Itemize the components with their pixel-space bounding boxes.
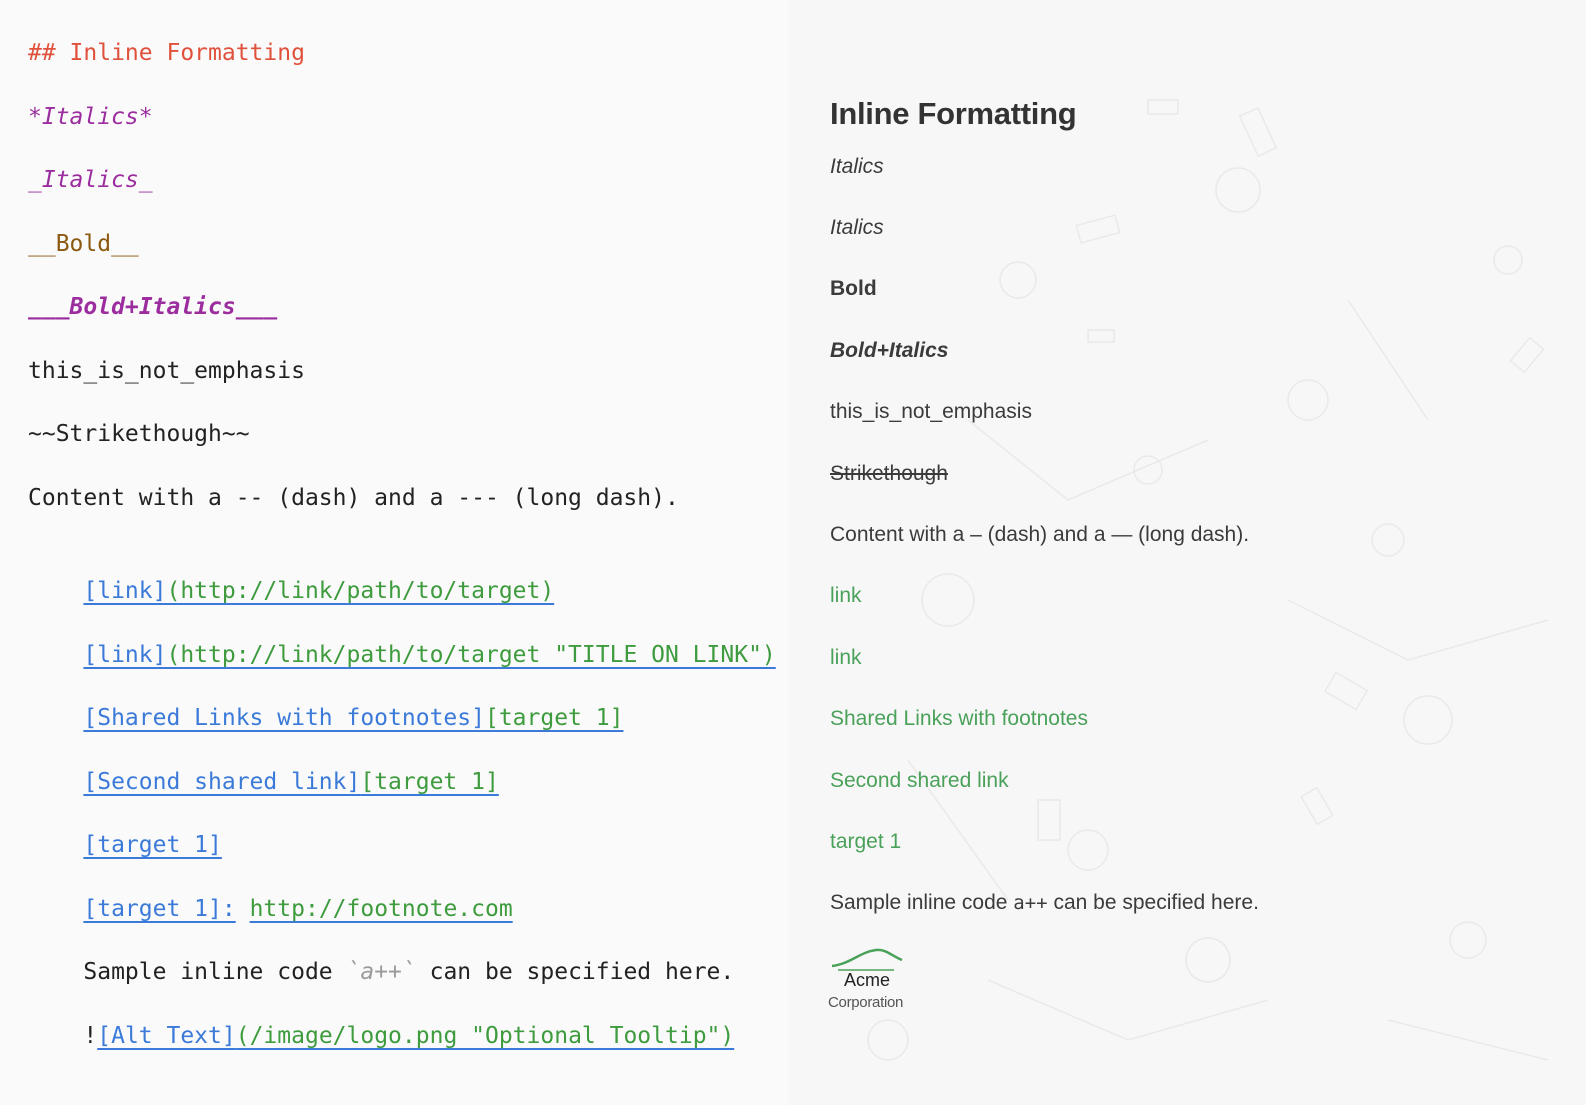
md-image-src[interactable]: (/image/logo.png "Optional Tooltip") xyxy=(236,1023,735,1049)
md-second-link-ref[interactable]: [target 1] xyxy=(360,769,498,795)
md-not-emphasis-line: this_is_not_emphasis xyxy=(28,358,305,384)
preview-italics-1: Italics xyxy=(830,155,884,178)
md-link1-line: [link](http://link/path/to/target) xyxy=(28,546,554,604)
preview-link-1[interactable]: link xyxy=(830,583,862,609)
preview-dash-line: Content with a – (dash) and a — (long da… xyxy=(830,523,1250,546)
markdown-editor[interactable]: ## Inline Formatting *Italics* _Italics_… xyxy=(0,0,788,1105)
md-footnote-label[interactable]: [target 1]: xyxy=(83,896,235,922)
md-shared-link-ref[interactable]: [target 1] xyxy=(485,705,623,731)
preview-link-2[interactable]: link xyxy=(830,645,862,671)
md-target-line: [target 1] xyxy=(28,800,221,858)
preview-bold-italics: Bold+Italics xyxy=(830,339,949,362)
preview-inline-code-line: Sample inline code a++ can be specified … xyxy=(830,890,1259,916)
preview-strikethrough: Strikethough xyxy=(830,462,948,485)
preview-italics-2: Italics xyxy=(830,216,884,239)
preview-target-link[interactable]: target 1 xyxy=(830,829,901,855)
md-dash-line: Content with a -- (dash) and a --- (long… xyxy=(28,485,679,511)
preview-code-before: Sample inline code xyxy=(830,891,1014,914)
md-second-link-text[interactable]: [Second shared link] xyxy=(83,769,360,795)
preview-code-value: a++ xyxy=(1013,892,1048,914)
preview-heading: Inline Formatting xyxy=(830,96,1077,131)
md-code-before: Sample inline code xyxy=(83,959,347,985)
preview-not-emphasis: this_is_not_emphasis xyxy=(830,400,1032,423)
md-shared-link-text[interactable]: [Shared Links with footnotes] xyxy=(83,705,485,731)
preview-background-pattern xyxy=(867,99,1549,1061)
logo-subtitle: Corporation xyxy=(828,994,904,1011)
preview-second-shared-link[interactable]: Second shared link xyxy=(830,768,1009,794)
acme-logo: Acme Corporation xyxy=(828,948,918,1018)
md-inline-code-line: Sample inline code `a++` can be specifie… xyxy=(28,927,734,985)
logo-name: Acme xyxy=(844,970,891,990)
md-footnote-url[interactable]: http://footnote.com xyxy=(250,896,513,922)
md-footnote-line: [target 1]: http://footnote.com xyxy=(28,864,512,922)
md-italics-star-line: *Italics* xyxy=(28,104,153,130)
md-italics-underscore-line: _Italics_ xyxy=(28,167,153,193)
md-strikethrough-line: ~~Strikethough~~ xyxy=(28,421,250,447)
preview-code-after: can be specified here. xyxy=(1047,891,1259,914)
md-image-bang: ! xyxy=(83,1023,98,1049)
md-code-value: `a++` xyxy=(346,959,416,985)
md-bold-italics-line: ___Bold+Italics___ xyxy=(28,294,278,320)
md-target-link[interactable]: [target 1] xyxy=(83,832,221,858)
md-shared-link-line: [Shared Links with footnotes][target 1] xyxy=(28,673,623,731)
md-bold-line: __Bold__ xyxy=(28,231,139,257)
md-link1-text[interactable]: [link] xyxy=(83,578,166,604)
preview-bold: Bold xyxy=(830,277,877,300)
preview-shared-link[interactable]: Shared Links with footnotes xyxy=(830,706,1088,732)
md-link1-url[interactable]: (http://link/path/to/target) xyxy=(166,578,554,604)
md-link2-url[interactable]: (http://link/path/to/target "TITLE ON LI… xyxy=(166,642,775,668)
md-heading-line: ## Inline Formatting xyxy=(28,40,305,66)
md-link2-text[interactable]: [link] xyxy=(83,642,166,668)
md-image-alt[interactable]: [Alt Text] xyxy=(97,1023,235,1049)
md-link2-line: [link](http://link/path/to/target "TITLE… xyxy=(28,610,775,668)
md-image-line: ![Alt Text](/image/logo.png "Optional To… xyxy=(28,991,734,1049)
md-code-after: can be specified here. xyxy=(415,959,735,985)
logo-swoosh-icon xyxy=(831,948,903,971)
markdown-preview: Inline Formatting Italics Italics Bold B… xyxy=(788,0,1586,1105)
md-second-link-line: [Second shared link][target 1] xyxy=(28,737,498,795)
